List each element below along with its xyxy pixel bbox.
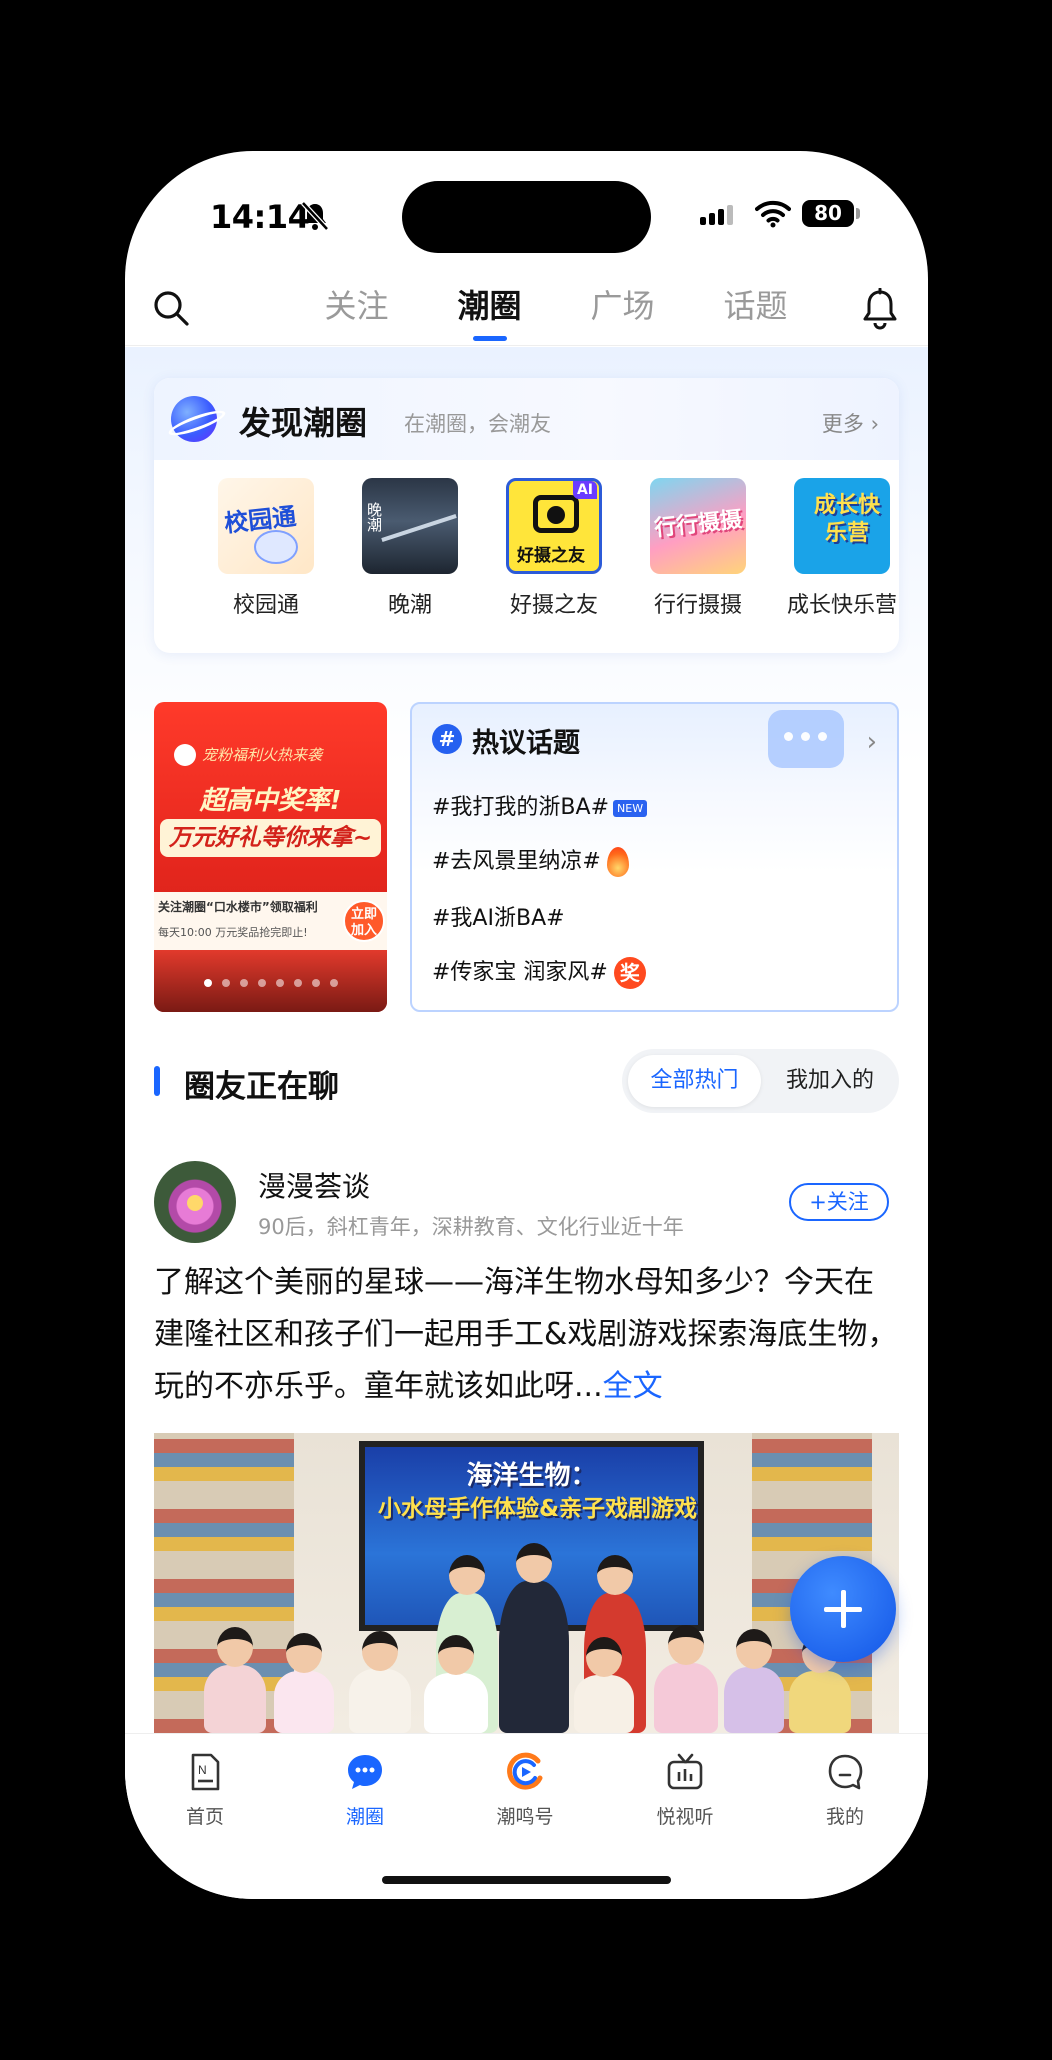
tab-follow[interactable]: 关注	[290, 281, 423, 331]
section-title: 圈友正在聊	[184, 1069, 339, 1105]
home-indicator	[382, 1876, 671, 1884]
banner-subheadline: 万元好礼等你来拿~	[160, 819, 381, 857]
phone-screen: 14:14 80 关注 潮圈 广场 话题 发现潮圈 在潮圈，会潮友 更多 › 校…	[125, 151, 928, 1899]
carousel-dot[interactable]	[293, 979, 302, 987]
follow-button[interactable]: +关注	[789, 1183, 889, 1221]
segment-joined[interactable]: 我加入的	[765, 1055, 895, 1107]
post-author-bio: 90后，斜杠青年，深耕教育、文化行业近十年	[258, 1215, 684, 1239]
segment-all-hot[interactable]: 全部热门	[628, 1055, 761, 1107]
chat-bubble-icon	[348, 1755, 382, 1789]
circle-label: 成长快乐营	[786, 593, 897, 618]
post-text: 了解这个美丽的星球——海洋生物水母知多少？今天在建隆社区和孩子们一起用手工&戏剧…	[154, 1265, 898, 1404]
chat-bubble-decoration-icon	[768, 710, 844, 768]
top-tabs: 关注 潮圈 广场 话题	[290, 281, 822, 341]
carousel-dot[interactable]	[275, 979, 284, 987]
svg-text:N: N	[198, 1763, 207, 1777]
prize-badge: 奖	[613, 957, 646, 989]
carousel-dot[interactable]	[311, 979, 320, 987]
bottom-tab-bar: N 首页 潮圈 潮鸣号 悦视听 我的	[125, 1733, 928, 1899]
avatar[interactable]	[154, 1161, 236, 1243]
segment-control: 全部热门 我加入的	[622, 1049, 899, 1113]
circle-thumbnail: 成长快乐营	[794, 478, 890, 574]
banner-tag: 宠粉福利火热来袭	[202, 746, 323, 764]
tab-chaoquan[interactable]: 潮圈	[423, 281, 556, 341]
hot-topic-item[interactable]: #传家宝 润家风# 奖	[432, 954, 646, 989]
carousel-dot[interactable]	[257, 979, 266, 987]
status-time: 14:14	[210, 198, 310, 236]
circle-label: 行行摄摄	[653, 593, 742, 618]
circle-item-wanchao[interactable]: 晚潮 晚潮	[338, 478, 482, 619]
circle-list: 校园通 校园通 晚潮 晚潮 AI 好摄之友 好摄之友 行行摄摄 行行摄摄 成长快…	[194, 478, 914, 619]
discover-title: 发现潮圈	[239, 404, 368, 442]
hot-topics-title: 热议话题	[472, 728, 580, 759]
tab-square[interactable]: 广场	[556, 281, 689, 331]
discover-subtitle: 在潮圈，会潮友	[404, 412, 551, 436]
discover-header: 发现潮圈 在潮圈，会潮友 更多 ›	[154, 378, 899, 460]
banner-join-button[interactable]: 立即加入	[343, 900, 385, 942]
chaoming-logo-icon	[507, 1752, 543, 1790]
carousel-dot[interactable]	[329, 979, 338, 987]
promo-banner[interactable]: 宠粉福利火热来袭 超高中奖率! 万元好礼等你来拿~ 关注潮圈“口水楼市”领取福利…	[154, 702, 387, 1012]
read-full-link[interactable]: 全文	[603, 1369, 663, 1404]
post-author[interactable]: 漫漫荟谈	[258, 1165, 370, 1205]
hot-topic-item[interactable]: #去风景里纳凉#	[432, 843, 629, 877]
tabbar-item-chaoquan[interactable]: 潮圈	[285, 1752, 445, 1829]
circle-item-chengzhangkuaileying[interactable]: 成长快乐营 成长快乐营	[770, 478, 914, 619]
hot-topics-card[interactable]: # 热议话题 › #我打我的浙BA# NEW #去风景里纳凉# #我AI浙BA# …	[410, 702, 899, 1012]
dynamic-island	[402, 181, 651, 253]
fire-icon	[606, 847, 629, 877]
create-post-plus-button[interactable]	[790, 1556, 896, 1662]
post-image[interactable]: 海洋生物： 小水母手作体验&亲子戏剧游戏	[154, 1433, 899, 1733]
chevron-right-icon[interactable]: ›	[867, 727, 877, 757]
circle-thumbnail: AI 好摄之友	[506, 478, 602, 574]
hot-topic-item[interactable]: #我AI浙BA#	[432, 900, 565, 932]
bell-muted-icon	[301, 201, 329, 231]
circle-item-xingxingsheshe[interactable]: 行行摄摄 行行摄摄	[626, 478, 770, 619]
hot-topic-item[interactable]: #我打我的浙BA# NEW	[432, 789, 648, 821]
tabbar-item-home[interactable]: N 首页	[125, 1752, 285, 1829]
chat-section-header: 圈友正在聊 全部热门 我加入的	[154, 1049, 899, 1113]
group-photo-people	[154, 1543, 899, 1733]
circle-label: 校园通	[232, 593, 299, 618]
circle-item-xiaoyuantong[interactable]: 校园通 校园通	[194, 478, 338, 619]
discover-circles-card: 发现潮圈 在潮圈，会潮友 更多 › 校园通 校园通 晚潮 晚潮 AI 好摄之友 …	[154, 378, 899, 653]
app-logo-icon	[174, 744, 196, 766]
circle-label: 晚潮	[387, 593, 432, 618]
search-icon[interactable]	[152, 289, 190, 327]
carousel-dot[interactable]	[203, 979, 212, 987]
hashtag-icon: #	[432, 724, 462, 754]
tabbar-item-mine[interactable]: 我的	[765, 1752, 925, 1829]
circle-thumbnail: 校园通	[218, 478, 314, 574]
tv-icon	[667, 1753, 703, 1790]
profile-icon	[828, 1754, 863, 1790]
camera-icon	[533, 495, 579, 533]
tab-topics[interactable]: 话题	[689, 281, 822, 331]
circle-thumbnail: 晚潮	[362, 478, 458, 574]
battery-indicator: 80	[802, 200, 860, 227]
carousel-dot[interactable]	[239, 979, 248, 987]
circle-thumbnail: 行行摄摄	[650, 478, 746, 574]
tabbar-item-yueshiting[interactable]: 悦视听	[605, 1752, 765, 1829]
wifi-icon	[755, 200, 791, 228]
more-link[interactable]: 更多 ›	[822, 408, 879, 438]
carousel-dots	[154, 979, 387, 987]
planet-icon	[171, 396, 217, 442]
carousel-dot[interactable]	[221, 979, 230, 987]
news-icon: N	[191, 1753, 220, 1791]
circle-item-haoshezhiyou[interactable]: AI 好摄之友 好摄之友	[482, 478, 626, 619]
tabbar-item-chaoming[interactable]: 潮鸣号	[445, 1752, 605, 1829]
cellular-signal-icon	[700, 203, 733, 225]
notification-bell-icon[interactable]	[860, 288, 900, 330]
new-badge: NEW	[613, 799, 648, 817]
circle-label: 好摄之友	[509, 593, 598, 618]
top-navigation: 关注 潮圈 广场 话题	[125, 266, 928, 346]
banner-headline: 超高中奖率!	[199, 786, 342, 816]
